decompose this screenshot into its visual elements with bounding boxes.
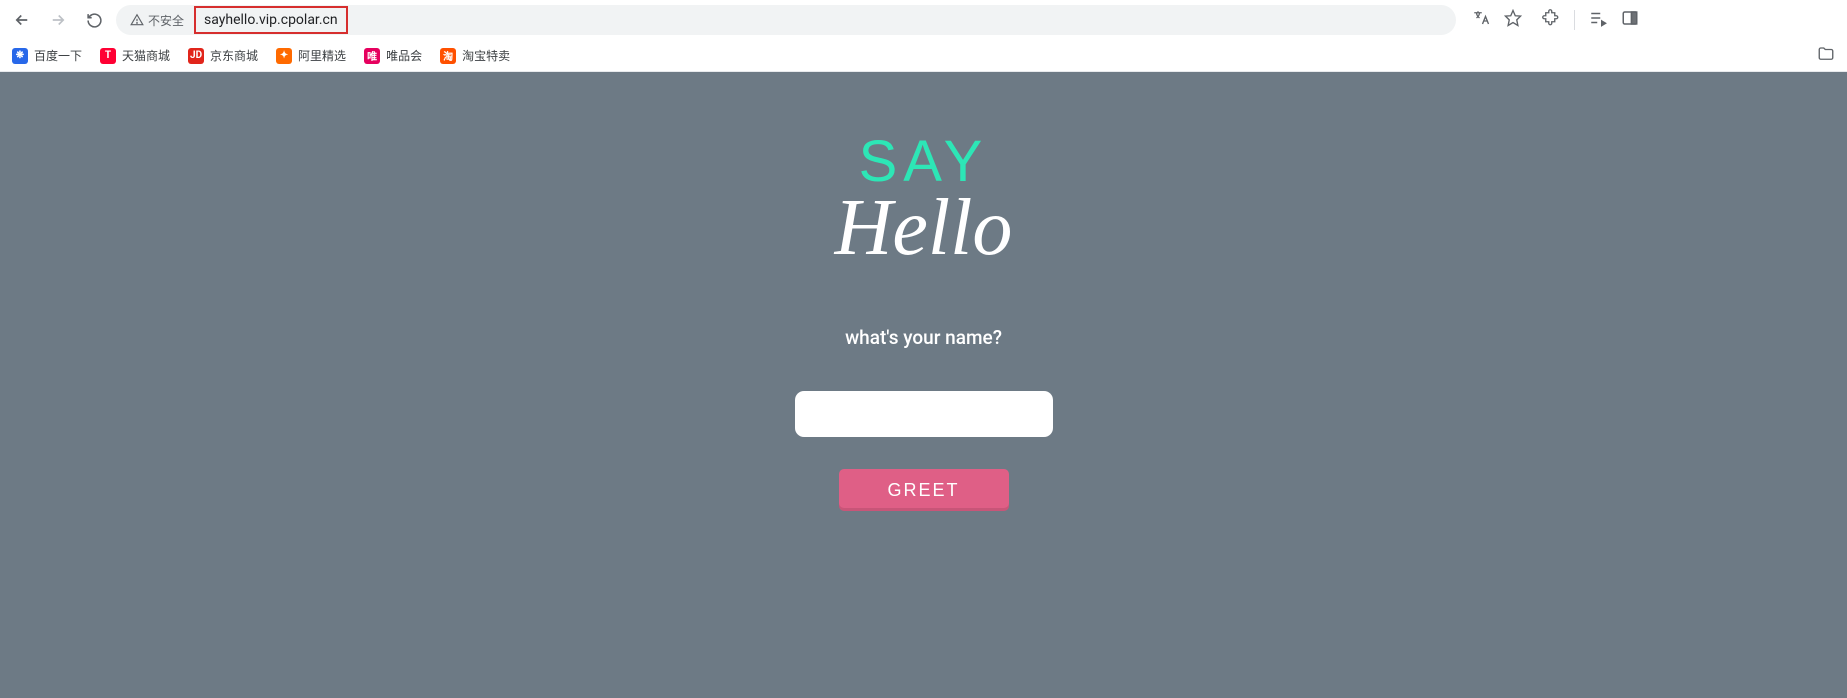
security-text: 不安全 [148,12,184,29]
page-content: SAY Hello what's your name? GREET [0,72,1847,698]
bookmark-star-icon[interactable] [1504,9,1522,31]
name-input[interactable] [795,391,1053,437]
url-text: sayhello.vip.cpolar.cn [194,6,348,34]
all-bookmarks-icon[interactable] [1817,45,1835,67]
bookmark-label: 京东商城 [210,47,258,64]
bookmark-icon: 淘 [440,48,456,64]
bookmark-icon: T [100,48,116,64]
bookmark-item-4[interactable]: 唯唯品会 [364,47,422,64]
bookmark-label: 天猫商城 [122,47,170,64]
browser-toolbar: 不安全 sayhello.vip.cpolar.cn [0,0,1847,40]
bookmark-item-5[interactable]: 淘淘宝特卖 [440,47,510,64]
security-badge[interactable]: 不安全 [130,12,184,29]
bookmark-item-3[interactable]: ✦ 阿里精选 [276,47,346,64]
address-bar[interactable]: 不安全 sayhello.vip.cpolar.cn [116,5,1456,35]
bookmark-label: 百度一下 [34,47,82,64]
extensions-icon[interactable] [1542,9,1560,31]
prompt-label: what's your name? [845,326,1002,349]
divider [1574,10,1575,30]
greet-button[interactable]: GREET [839,469,1009,511]
sidepanel-icon[interactable] [1621,9,1639,31]
toolbar-right [1464,9,1647,31]
translate-icon[interactable] [1472,9,1490,31]
warning-icon [130,13,144,27]
logo-line2: Hello [835,183,1013,274]
reload-button[interactable] [80,6,108,34]
playlist-icon[interactable] [1589,9,1607,31]
bookmarks-bar: ❋ 百度一下 T 天猫商城 JD 京东商城 ✦ 阿里精选 唯唯品会 淘淘宝特卖 [0,40,1847,72]
bookmark-item-0[interactable]: ❋ 百度一下 [12,47,82,64]
bookmark-icon: 唯 [364,48,380,64]
bookmark-item-1[interactable]: T 天猫商城 [100,47,170,64]
bookmark-item-2[interactable]: JD 京东商城 [188,47,258,64]
bookmark-icon: JD [188,48,204,64]
bookmark-label: 阿里精选 [298,47,346,64]
back-button[interactable] [8,6,36,34]
forward-button[interactable] [44,6,72,34]
bookmark-icon: ✦ [276,48,292,64]
bookmark-icon: ❋ [12,48,28,64]
bookmark-label: 唯品会 [386,47,422,64]
bookmark-label: 淘宝特卖 [462,47,510,64]
